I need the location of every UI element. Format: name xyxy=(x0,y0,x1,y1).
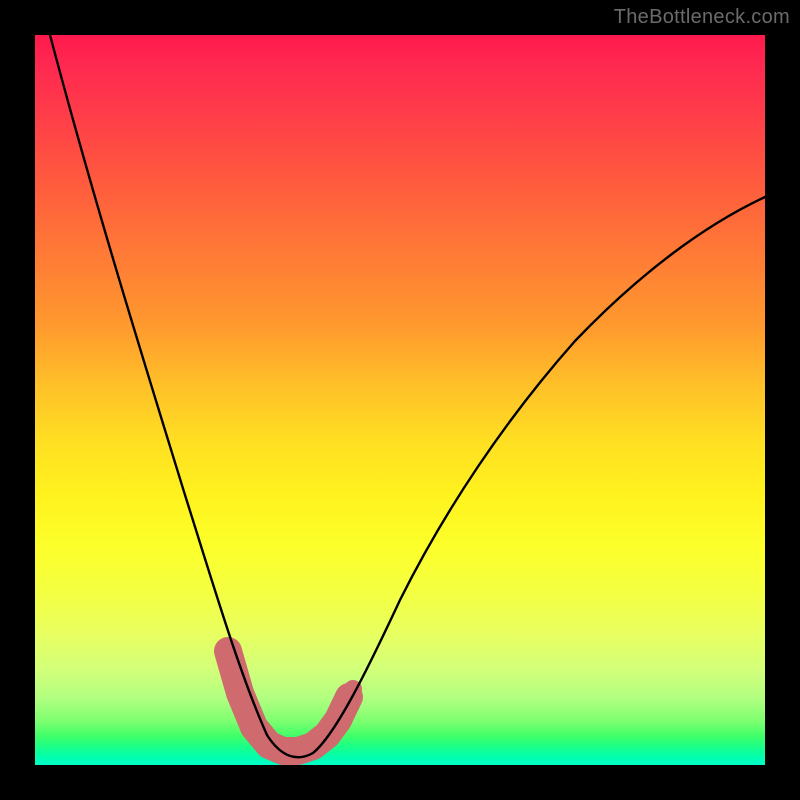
chart-frame: TheBottleneck.com xyxy=(0,0,800,800)
chart-svg xyxy=(35,35,765,765)
marker-band xyxy=(228,651,349,751)
bottleneck-curve xyxy=(50,35,765,757)
watermark-text: TheBottleneck.com xyxy=(614,6,790,29)
